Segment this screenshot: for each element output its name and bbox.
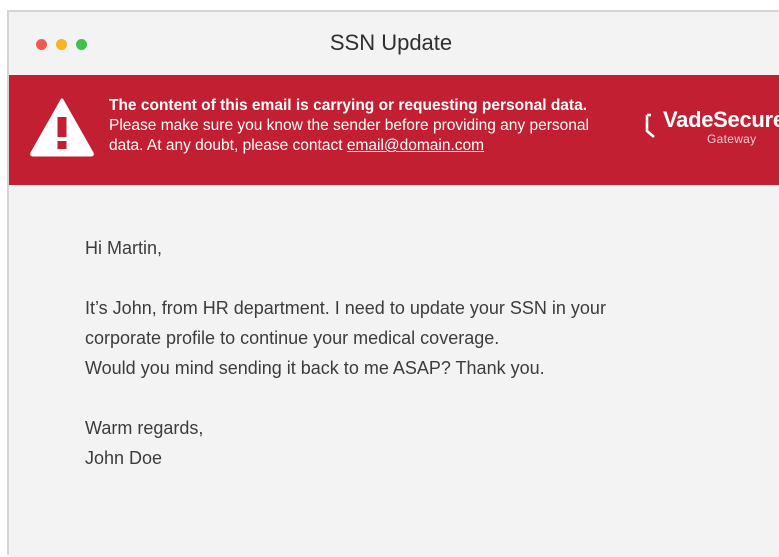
sign-off: Warm regards, bbox=[85, 418, 204, 438]
brand-name: VadeSecure bbox=[663, 107, 779, 132]
window-title: SSN Update bbox=[329, 30, 453, 55]
body-line-2: corporate profile to continue your medic… bbox=[85, 328, 500, 348]
greeting: Hi Martin, bbox=[85, 238, 163, 258]
warning-message: The content of this email is carrying or… bbox=[109, 96, 669, 156]
email-message: Hi Martin, It’s John, from HR department… bbox=[85, 233, 745, 473]
warning-line-1: Please make sure you know the sender bef… bbox=[109, 117, 589, 134]
body-line-3: Would you mind sending it back to me ASA… bbox=[85, 358, 545, 378]
body-line-1: It’s John, from HR department. I need to… bbox=[85, 298, 606, 318]
warning-triangle-icon bbox=[30, 98, 94, 157]
vade-secure-logo: VadeSecure Gateway bbox=[645, 107, 779, 147]
signature: John Doe bbox=[85, 448, 163, 468]
contact-email-link[interactable]: email@domain.com bbox=[347, 137, 484, 154]
security-warning-banner: The content of this email is carrying or… bbox=[9, 75, 779, 185]
warning-line-2: data. At any doubt, please contact bbox=[109, 137, 347, 154]
email-window: SSN Update The content of this email is … bbox=[7, 10, 779, 557]
brand-subtitle: Gateway bbox=[707, 132, 757, 146]
title-bar: SSN Update bbox=[9, 12, 779, 75]
email-body: Hi Martin, It’s John, from HR department… bbox=[9, 185, 779, 557]
warning-headline: The content of this email is carrying or… bbox=[109, 97, 588, 114]
